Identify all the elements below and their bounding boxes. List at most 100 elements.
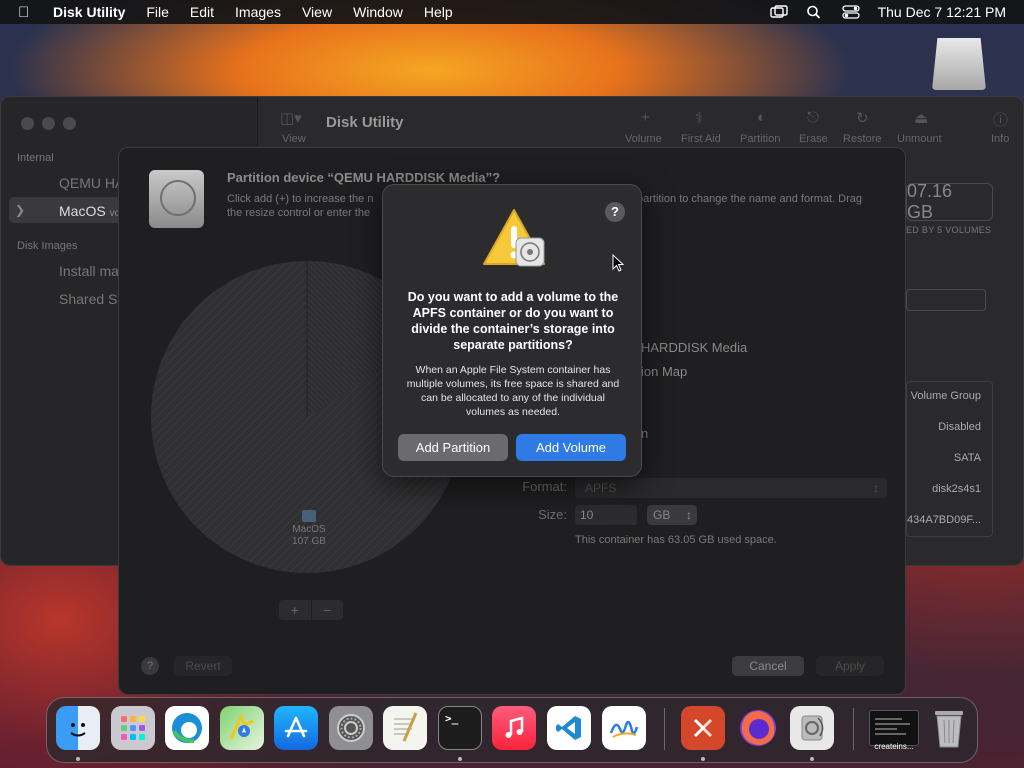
disk-utility-running-indicator [810,757,814,761]
capacity-subtitle: ED BY 5 VOLUMES [906,225,992,235]
info-device-value: disk2s4s1 [932,483,981,495]
firefox-icon[interactable] [736,706,780,750]
menu-clock[interactable]: Thu Dec 7 12:21 PM [878,4,1006,20]
erase-icon[interactable]: ⎋ [807,109,819,126]
remote-desktop-icon[interactable] [681,706,725,750]
toolbar-unmount-label: Unmount [897,133,942,145]
sidebar-item-qemu[interactable]: QEMU HA [59,175,124,191]
menu-view[interactable]: View [302,4,332,20]
chevron-updown-icon: ↕ [686,508,692,522]
sidebar-toggle-icon[interactable]: ◫▾ [280,109,302,127]
pie-volume-label: MacOS 107 GB [279,510,339,548]
finder-running-indicator [76,757,80,761]
info-type-value: Volume Group [910,390,981,402]
toolbar-view-label: View [282,133,306,145]
sheet-description-line1: Click add (+) to increase the n [227,193,374,205]
close-button[interactable] [21,117,34,130]
sidebar-section-disk-images: Disk Images [17,240,78,252]
format-label: Format: [522,479,567,494]
add-remove-control: + − [279,600,343,620]
menu-images[interactable]: Images [235,4,281,20]
menu-help[interactable]: Help [424,4,453,20]
partition-icon[interactable]: ◐ [757,109,766,126]
first-aid-icon[interactable]: ⚕ [695,109,703,127]
zoom-button[interactable] [63,117,76,130]
edge-browser-icon[interactable] [165,706,209,750]
device-name: HARDDISK Media [641,340,748,355]
maps-icon[interactable] [220,706,264,750]
partition-name-label: n [641,426,649,441]
window-controls [21,117,76,130]
usage-bar [906,289,986,311]
alert-message: When an Apple File System container has … [406,364,620,418]
info-owners-value: Disabled [938,421,981,433]
music-icon[interactable] [492,706,536,750]
info-uuid-value: 434A7BD09F... [907,514,981,526]
remove-partition-button[interactable]: − [312,600,344,620]
dock-separator [853,708,854,750]
external-drive-desktop-icon[interactable] [932,38,986,90]
volume-icon [302,510,316,522]
finder-icon[interactable] [56,706,100,750]
sidebar-item-shared[interactable]: Shared Su [59,291,125,307]
disk-utility-icon[interactable] [790,706,834,750]
textedit-icon[interactable] [383,706,427,750]
add-partition-button[interactable]: Add Partition [398,434,508,461]
sidebar-item-macos[interactable]: MacOS vo [59,203,120,219]
hard-disk-icon [149,170,204,228]
cancel-button[interactable]: Cancel [732,656,804,676]
terminal-running-indicator [458,757,462,761]
control-center-icon[interactable] [841,5,860,19]
capacity-display: 07.16 GB [906,181,993,222]
app-store-icon[interactable] [274,706,318,750]
restore-icon[interactable]: ↻ [856,109,869,127]
chevron-updown-icon: ↕ [873,481,879,495]
volume-icon[interactable]: + [641,109,650,126]
apple-menu-icon[interactable]:  [18,4,34,21]
add-volume-button[interactable]: Add Volume [516,434,626,461]
dock: >_ createins... [46,697,978,763]
vscode-icon[interactable] [547,706,591,750]
apply-button[interactable]: Apply [816,656,884,676]
minimized-window-caption: createins... [874,742,914,751]
window-title: Disk Utility [326,114,404,131]
menu-edit[interactable]: Edit [190,4,214,20]
sheet-title: Partition device “QEMU HARDDISK Media”? [227,170,501,185]
menu-file[interactable]: File [146,4,169,20]
system-preferences-icon[interactable] [329,706,373,750]
format-select[interactable]: APFS ↕ [575,478,887,498]
menu-window[interactable]: Window [353,4,403,20]
pie-volume-name: MacOS [292,524,326,535]
disclosure-chevron-icon[interactable]: ❯ [15,203,25,217]
caution-icon [483,209,545,267]
info-icon[interactable]: ⓘ [993,109,1008,130]
sidebar-item-install[interactable]: Install ma [59,263,119,279]
toolbar-restore-label: Restore [843,133,882,145]
freeform-icon[interactable] [602,706,646,750]
sheet-description-line2: the resize control or enter the [227,207,371,219]
alert-title: Do you want to add a volume to the APFS … [407,290,619,352]
screen-mirroring-icon[interactable] [769,5,788,19]
sidebar-section-internal: Internal [17,152,54,164]
revert-button[interactable]: Revert [174,656,232,676]
toolbar-erase-label: Erase [799,133,828,145]
menu-bar:  Disk Utility File Edit Images View Win… [0,0,1024,24]
add-partition-button[interactable]: + [279,600,312,620]
help-button[interactable]: ? [141,657,159,675]
toolbar-info-label: Info [991,133,1010,145]
menu-app-name[interactable]: Disk Utility [53,4,125,20]
minimized-terminal-window[interactable] [869,710,919,746]
unmount-icon[interactable]: ⏏ [914,109,928,127]
size-input[interactable]: 10 [575,505,637,525]
minimize-button[interactable] [42,117,55,130]
trash-icon[interactable] [927,706,971,750]
size-unit-select[interactable]: GB ↕ [647,505,697,525]
toolbar-first-aid-label: First Aid [681,133,721,145]
launchpad-icon[interactable] [111,706,155,750]
container-note: This container has 63.05 GB used space. [575,534,777,546]
toolbar-partition-label: Partition [740,133,781,145]
sheet-description-right: partition to change the name and format.… [637,193,863,205]
alert-help-button[interactable]: ? [605,202,625,222]
spotlight-search-icon[interactable] [806,5,824,19]
terminal-icon[interactable]: >_ [438,706,482,750]
